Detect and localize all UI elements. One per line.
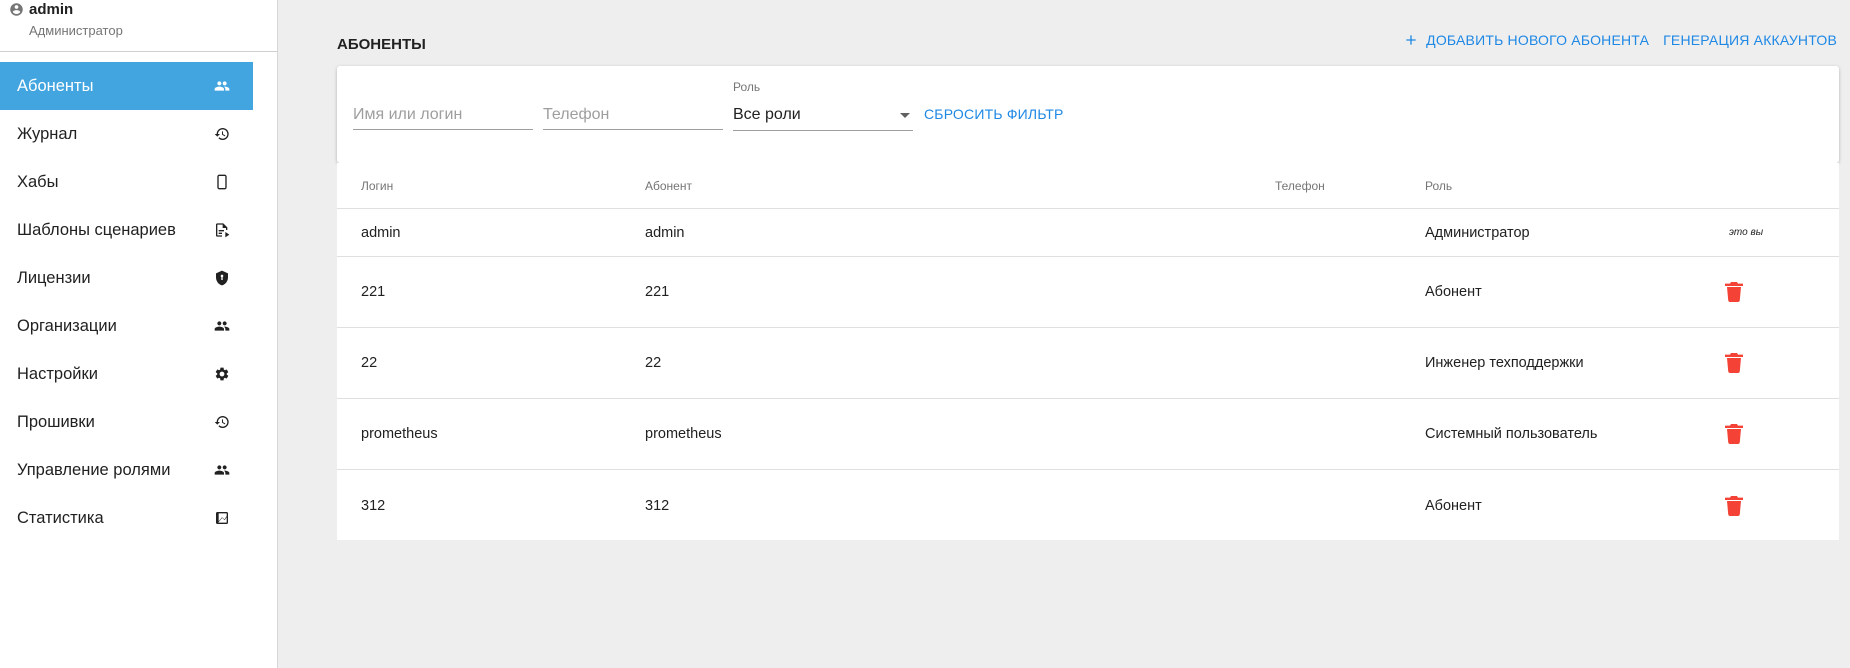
sidebar-item-scenario-templates[interactable]: Шаблоны сценариев	[0, 206, 253, 254]
role-select[interactable]: Все роли	[733, 100, 913, 131]
table-row[interactable]: 22 22 Инженер техподдержки	[337, 328, 1839, 399]
filter-panel: Роль Все роли СБРОСИТЬ ФИЛЬТР	[337, 66, 1839, 163]
table-header: Логин Абонент Телефон Роль	[337, 163, 1839, 209]
sidebar-item-role-management[interactable]: Управление ролями	[0, 446, 253, 494]
trash-icon	[1725, 424, 1743, 444]
table-row[interactable]: 312 312 Абонент	[337, 470, 1839, 541]
sidebar-item-licenses[interactable]: Лицензии	[0, 254, 253, 302]
sidebar-nav: Абоненты Журнал Хабы Шаблоны сценариев Л…	[0, 62, 277, 542]
user-role: Администратор	[29, 23, 123, 38]
sidebar-item-label: Хабы	[17, 172, 59, 191]
account-circle-icon	[9, 2, 24, 17]
sidebar-item-journal[interactable]: Журнал	[0, 110, 253, 158]
generate-accounts-label: ГЕНЕРАЦИЯ АККАУНТОВ	[1663, 32, 1837, 48]
gear-icon	[214, 366, 230, 382]
sidebar-item-label: Лицензии	[17, 268, 91, 287]
add-subscriber-button[interactable]: ДОБАВИТЬ НОВОГО АБОНЕНТА	[1403, 32, 1649, 48]
user-name: admin	[29, 1, 74, 18]
sidebar-item-settings[interactable]: Настройки	[0, 350, 253, 398]
phone-filter	[543, 102, 723, 130]
reset-filter-button[interactable]: СБРОСИТЬ ФИЛЬТР	[924, 106, 1064, 122]
login-cell: 22	[361, 355, 378, 371]
role-cell: Абонент	[1425, 497, 1482, 514]
role-label: Роль	[733, 80, 761, 94]
sidebar-item-statistics[interactable]: Статистика	[0, 494, 253, 542]
delete-button[interactable]	[1725, 353, 1743, 373]
trash-icon	[1725, 353, 1743, 373]
phone-input[interactable]	[543, 102, 723, 130]
history-icon	[214, 414, 230, 430]
column-header-subscriber[interactable]: Абонент	[645, 179, 692, 193]
sidebar-item-label: Управление ролями	[17, 460, 171, 479]
subscriber-cell: prometheus	[645, 426, 722, 442]
current-user-note: это вы	[1729, 227, 1764, 238]
column-header-login[interactable]: Логин	[361, 179, 393, 193]
page-actions: ДОБАВИТЬ НОВОГО АБОНЕНТА ГЕНЕРАЦИЯ АККАУ…	[1403, 32, 1837, 48]
sidebar-item-organizations[interactable]: Организации	[0, 302, 253, 350]
login-cell: 312	[361, 497, 386, 514]
sidebar-item-label: Прошивки	[17, 412, 95, 431]
chart-icon	[214, 510, 230, 526]
table-row[interactable]: admin admin Администратор это вы	[337, 209, 1839, 257]
name-filter	[353, 102, 533, 130]
phone-device-icon	[214, 174, 230, 190]
people-icon	[214, 318, 230, 334]
table-row[interactable]: 221 221 Абонент	[337, 257, 1839, 328]
sidebar-item-hubs[interactable]: Хабы	[0, 158, 253, 206]
role-cell: Администратор	[1425, 224, 1530, 241]
role-cell: Абонент	[1425, 284, 1482, 300]
delete-button[interactable]	[1725, 282, 1743, 302]
add-subscriber-label: ДОБАВИТЬ НОВОГО АБОНЕНТА	[1426, 32, 1650, 48]
history-icon	[214, 126, 230, 142]
role-filter: Роль Все роли	[733, 80, 913, 131]
sidebar-item-label: Абоненты	[17, 76, 94, 95]
table-row[interactable]: prometheus prometheus Системный пользова…	[337, 399, 1839, 470]
trash-icon	[1725, 282, 1743, 302]
user-block: admin Администратор	[0, 0, 277, 52]
name-or-login-input[interactable]	[353, 102, 533, 130]
subscriber-cell: 22	[645, 355, 662, 371]
generate-accounts-button[interactable]: ГЕНЕРАЦИЯ АККАУНТОВ	[1663, 32, 1837, 48]
sidebar-item-label: Организации	[17, 316, 117, 335]
sidebar-item-label: Шаблоны сценариев	[17, 220, 176, 239]
people-icon	[214, 462, 230, 478]
login-cell: admin	[361, 224, 401, 241]
people-icon	[214, 78, 230, 94]
role-cell: Системный пользователь	[1425, 426, 1598, 442]
column-header-phone[interactable]: Телефон	[1275, 179, 1325, 193]
sidebar-item-label: Настройки	[17, 364, 98, 383]
shield-icon	[214, 270, 230, 286]
sidebar-item-label: Статистика	[17, 508, 104, 527]
subscriber-cell: 312	[645, 497, 670, 514]
sidebar-item-label: Журнал	[17, 124, 78, 143]
plus-icon	[1403, 32, 1419, 48]
sidebar-item-subscribers[interactable]: Абоненты	[0, 62, 253, 110]
role-select-value: Все роли	[733, 106, 801, 123]
subscriber-cell: admin	[645, 224, 685, 241]
subscriber-cell: 221	[645, 284, 670, 300]
sidebar-item-firmware[interactable]: Прошивки	[0, 398, 253, 446]
chevron-down-icon	[900, 112, 910, 118]
page-title: АБОНЕНТЫ	[337, 36, 426, 53]
login-cell: 221	[361, 284, 386, 300]
sidebar: admin Администратор Абоненты Журнал Хабы…	[0, 0, 278, 668]
script-icon	[214, 222, 230, 238]
column-header-role[interactable]: Роль	[1425, 179, 1452, 193]
delete-button[interactable]	[1725, 424, 1743, 444]
delete-button[interactable]	[1725, 495, 1743, 516]
login-cell: prometheus	[361, 426, 438, 442]
subscribers-table: Логин Абонент Телефон Роль admin admin А…	[337, 163, 1839, 540]
trash-icon	[1725, 495, 1743, 516]
role-cell: Инженер техподдержки	[1425, 355, 1584, 371]
